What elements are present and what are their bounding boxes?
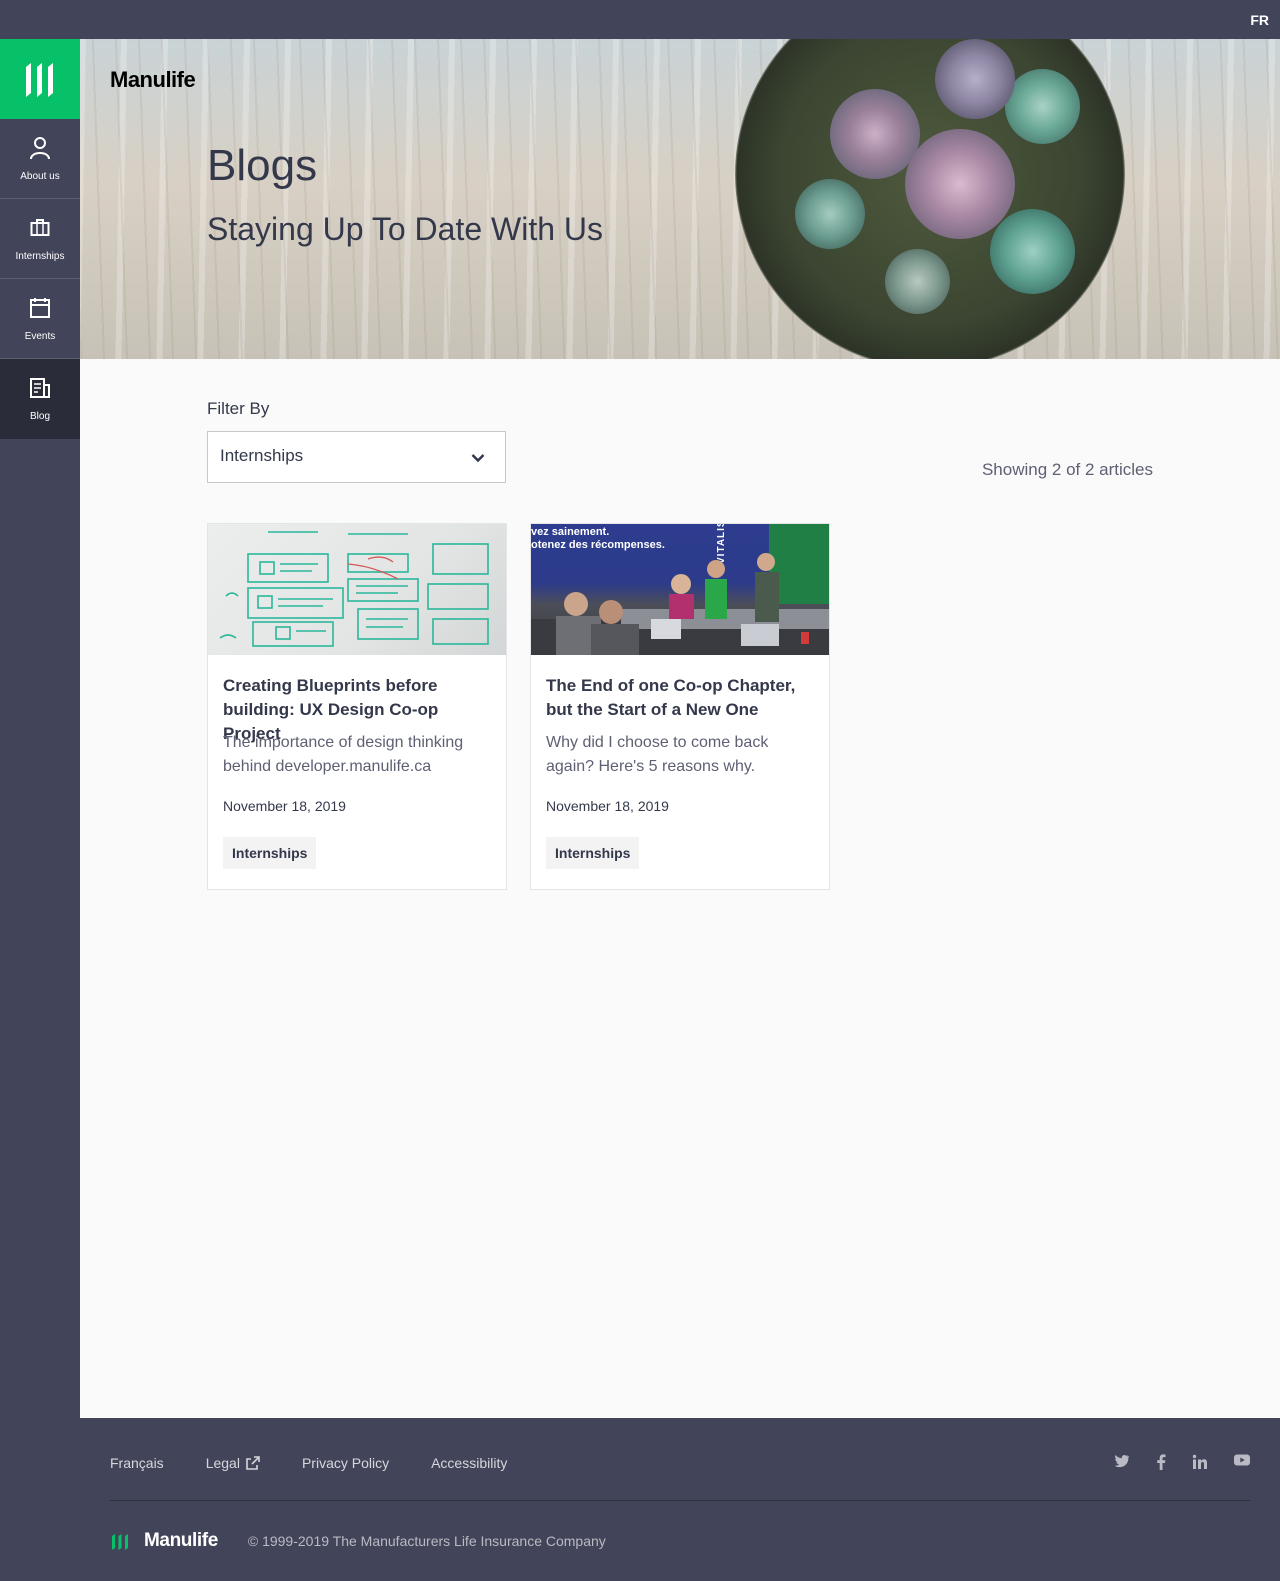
footer-wordmark[interactable]: Manulife: [144, 1530, 218, 1552]
page-subtitle: Staying Up To Date With Us: [207, 211, 604, 247]
footer: Français Legal Privacy Policy Accessibil…: [80, 1418, 1280, 1581]
article-excerpt: The importance of design thinking behind…: [223, 734, 464, 775]
language-toggle[interactable]: FR: [1250, 12, 1269, 28]
sidebar-item-label: Events: [24, 330, 56, 342]
external-link-icon: [246, 1456, 260, 1470]
footer-divider: [110, 1500, 1250, 1501]
top-bar: FR: [0, 0, 1280, 39]
article-date: November 18, 2019: [223, 798, 346, 814]
filter-label: Filter By: [207, 399, 270, 418]
youtube-icon[interactable]: [1234, 1454, 1250, 1470]
article-tag[interactable]: Internships: [546, 837, 640, 869]
article-thumbnail-whiteboard: [208, 524, 506, 655]
sidebar-item-label: About us: [20, 170, 60, 182]
hero-logo[interactable]: Manulife: [110, 67, 196, 93]
filter-dropdown[interactable]: Internships: [207, 431, 506, 483]
article-card[interactable]: vez sainement. otenez des récompenses. V…: [530, 523, 830, 890]
sidebar-item-internships[interactable]: Internships: [0, 199, 80, 279]
filter-selected-value: Internships: [220, 446, 304, 465]
social-links: [1088, 1454, 1250, 1470]
article-date: November 18, 2019: [546, 798, 669, 814]
footer-link-privacy-policy[interactable]: Privacy Policy: [302, 1455, 389, 1471]
footer-link-label: Legal: [205, 1455, 240, 1471]
sidebar-item-label: Internships: [15, 250, 65, 262]
succulent-pot-image: [735, 39, 1125, 359]
newspaper-icon: [29, 375, 51, 401]
article-title[interactable]: The End of one Co-op Chapter, but the St…: [546, 674, 816, 722]
footer-brand: Manulife © 1999-2019 The Manufacturers L…: [110, 1530, 606, 1552]
manulife-logo-icon[interactable]: [0, 39, 80, 119]
briefcase-icon: [30, 215, 50, 241]
copyright-text: © 1999-2019 The Manufacturers Life Insur…: [247, 1533, 606, 1549]
footer-links: Français Legal Privacy Policy Accessibil…: [110, 1455, 549, 1471]
results-count: Showing 2 of 2 articles: [981, 460, 1153, 479]
linkedin-icon[interactable]: [1192, 1454, 1208, 1470]
calendar-icon: [29, 295, 51, 321]
sidebar-nav: About us Internships Events Blog: [0, 39, 80, 1581]
article-card[interactable]: Creating Blueprints before building: UX …: [207, 523, 507, 890]
footer-link-francais[interactable]: Français: [110, 1455, 164, 1471]
sidebar-item-events[interactable]: Events: [0, 279, 80, 359]
footer-link-legal[interactable]: Legal: [206, 1455, 260, 1471]
sidebar-item-about-us[interactable]: About us: [0, 119, 80, 199]
article-thumbnail-event: vez sainement. otenez des récompenses. V…: [531, 524, 829, 655]
sidebar-item-label: Blog: [29, 411, 50, 422]
article-excerpt: Why did I choose to come back again? Her…: [546, 734, 769, 775]
footer-link-accessibility[interactable]: Accessibility: [431, 1455, 507, 1471]
twitter-icon[interactable]: [1114, 1454, 1130, 1470]
hero-banner: Manulife Blogs Staying Up To Date With U…: [80, 39, 1280, 359]
manulife-logo-icon[interactable]: [110, 1532, 130, 1550]
article-tag[interactable]: Internships: [223, 837, 317, 869]
page-title: Blogs: [207, 141, 318, 190]
facebook-icon[interactable]: [1156, 1454, 1166, 1470]
chevron-down-icon: [471, 450, 485, 468]
person-icon: [29, 135, 51, 161]
sidebar-item-blog[interactable]: Blog: [0, 359, 80, 439]
